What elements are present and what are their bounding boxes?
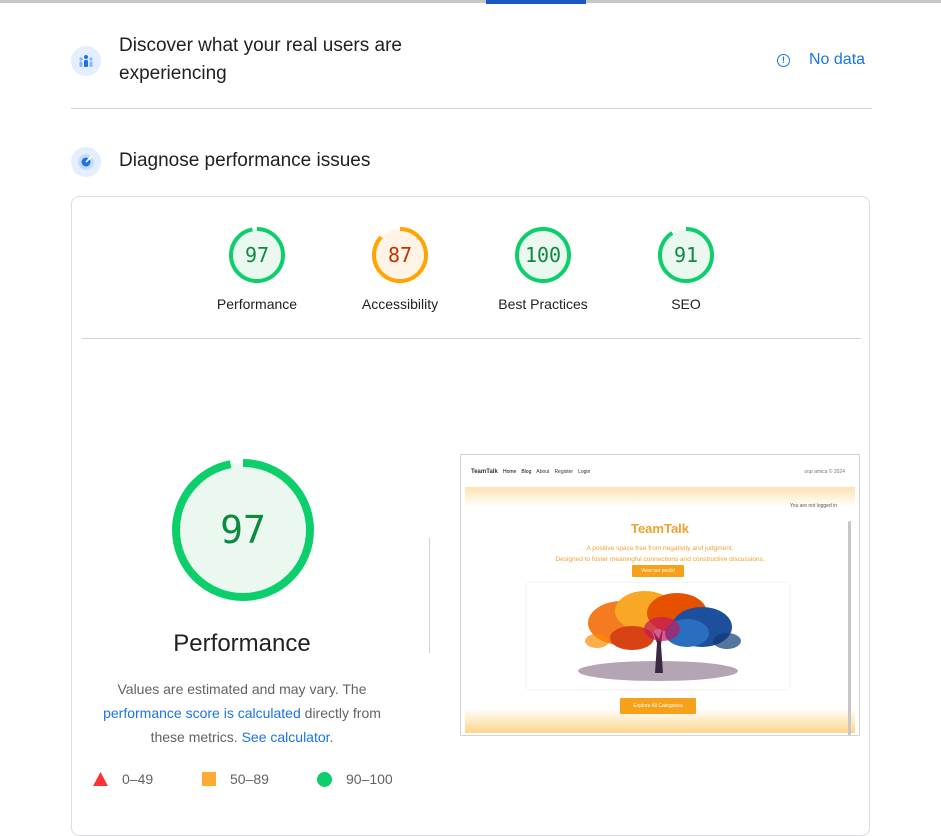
screenshot-nav-link: About [536,469,550,475]
category-label: Accessibility [361,296,439,312]
category-label: Performance [216,296,298,312]
screenshot-subtitle-line: A positive space free from negativity an… [586,545,734,552]
score-value: 87 [387,243,413,267]
screenshot-subtitle-line: Designed to foster meaningful connection… [555,556,765,563]
screenshot-scrollbar [848,521,851,735]
score-value: 100 [524,243,562,267]
score-value: 91 [673,243,699,267]
screenshot-logged-out: You are not logged in [789,503,837,509]
performance-big-gauge: 97 [171,458,315,602]
tree-image [527,583,789,689]
performance-big-score: 97 [220,508,266,552]
diagnose-icon [71,147,101,177]
screenshot-view-button: View our posts! [632,565,684,577]
score-gauge: 97 [228,226,286,284]
diagnose-title: Diagnose performance issues [119,150,371,171]
score-gauge: 100 [514,226,572,284]
see-calculator-link[interactable]: See calculator [242,729,330,745]
desc-text-3: . [329,729,334,745]
screenshot-nav-links: Home Blog About Register Login [503,469,590,475]
score-gauge: 91 [657,226,715,284]
real-users-icon [71,46,101,76]
square-icon [202,772,216,786]
crux-title: Discover what your real users are experi… [119,35,402,84]
vertical-divider [429,538,430,653]
gauge-seo[interactable]: 91 SEO [621,226,751,312]
gauge-best-practices[interactable]: 100 Best Practices [478,226,608,312]
desc-text-1: Values are estimated and may vary. The [117,681,367,697]
screenshot-subtitle: A positive space free from negativity an… [465,543,855,565]
screenshot-navbar: TeamTalk Home Blog About Register Login … [461,455,859,487]
screenshot-hero: You are not logged in TeamTalk A positiv… [465,487,855,735]
legend-average-range: 50–89 [230,771,269,787]
score-gauge: 87 [371,226,429,284]
no-data-link[interactable]: ! No data [777,51,865,69]
performance-title: Performance [173,630,311,657]
screenshot-nav-link: Login [578,469,591,475]
circle-icon [317,771,332,787]
section-divider [71,108,872,109]
top-border [0,0,941,3]
gauges-divider [82,338,861,339]
screenshot-explore-button: Explore All Categories [620,698,696,714]
gauge-accessibility[interactable]: 87 Accessibility [335,226,465,312]
screenshot-nav-right: oop amica © 2024 [804,469,845,475]
final-screenshot[interactable]: TeamTalk Home Blog About Register Login … [460,454,860,736]
screenshot-title: TeamTalk [630,521,690,536]
score-calculated-link[interactable]: performance score is calculated [103,705,301,721]
legend-average: 50–89 [202,771,269,787]
screenshot-nav-link: Home [503,469,517,475]
category-label: SEO [671,296,701,312]
info-icon: ! [777,53,790,67]
no-data-label: No data [809,51,866,68]
active-tab-indicator [486,0,586,4]
triangle-icon [93,772,108,786]
legend-fail: 0–49 [93,771,153,787]
screenshot-brand: TeamTalk [471,469,498,475]
performance-description: Values are estimated and may vary. The p… [92,677,392,749]
legend-fail-range: 0–49 [122,771,154,787]
screenshot-nav-link: Register [554,469,574,475]
screenshot-nav-link: Blog [521,469,532,475]
category-label: Best Practices [498,296,588,312]
gauge-performance[interactable]: 97 Performance [192,226,322,312]
legend-pass: 90–100 [317,771,393,787]
score-value: 97 [244,243,270,267]
legend-pass-range: 90–100 [346,771,393,787]
